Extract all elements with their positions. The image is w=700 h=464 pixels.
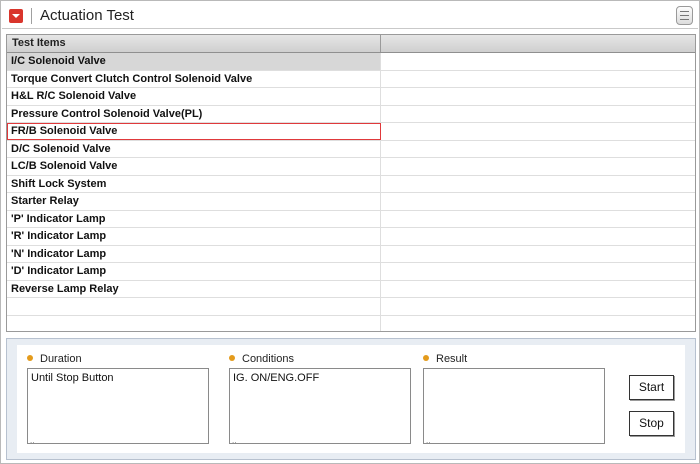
test-item-cell[interactable]: D/C Solenoid Valve — [7, 140, 381, 157]
table-row[interactable]: H&L R/C Solenoid Valve — [7, 88, 695, 106]
dropdown-arrow-icon[interactable] — [9, 9, 23, 23]
table-row[interactable]: Shift Lock System — [7, 175, 695, 193]
column-header-test-items[interactable]: Test Items — [7, 35, 381, 52]
actuation-test-window: Actuation Test Test Items I/C Solenoid V… — [0, 0, 700, 464]
duration-field[interactable]: Until Stop Button .. — [27, 368, 209, 445]
conditions-label: Conditions — [229, 353, 294, 365]
test-item-cell[interactable]: 'R' Indicator Lamp — [7, 228, 381, 245]
table-row[interactable]: FR/B Solenoid Valve — [7, 123, 695, 141]
result-field[interactable]: .. — [423, 368, 605, 445]
conditions-value: IG. ON/ENG.OFF — [233, 372, 320, 384]
test-item-cell[interactable]: 'N' Indicator Lamp — [7, 245, 381, 262]
test-control-panel: Duration Until Stop Button .. Conditions… — [6, 338, 696, 460]
result-label: Result — [423, 353, 467, 365]
test-item-cell[interactable]: I/C Solenoid Valve — [7, 53, 381, 70]
table-row[interactable]: I/C Solenoid Valve — [7, 53, 695, 71]
table-row[interactable]: 'P' Indicator Lamp — [7, 210, 695, 228]
test-item-cell[interactable]: Reverse Lamp Relay — [7, 280, 381, 297]
test-item-cell[interactable] — [7, 298, 381, 315]
list-menu-icon[interactable] — [676, 6, 693, 25]
table-row[interactable] — [7, 315, 695, 331]
test-item-cell[interactable]: 'D' Indicator Lamp — [7, 263, 381, 280]
table-row[interactable]: 'N' Indicator Lamp — [7, 245, 695, 263]
table-row[interactable]: 'R' Indicator Lamp — [7, 228, 695, 246]
resize-grip-icon: .. — [426, 436, 431, 445]
table-row[interactable]: Pressure Control Solenoid Valve(PL) — [7, 105, 695, 123]
test-item-cell[interactable]: 'P' Indicator Lamp — [7, 210, 381, 227]
column-header-blank[interactable] — [381, 35, 695, 52]
window-title: Actuation Test — [40, 7, 134, 24]
table-row[interactable]: D/C Solenoid Valve — [7, 140, 695, 158]
test-item-cell[interactable] — [7, 315, 381, 331]
resize-grip-icon: .. — [232, 436, 237, 445]
table-header: Test Items — [7, 35, 695, 53]
test-items-table: Test Items I/C Solenoid Valve Torque Conv… — [6, 34, 696, 332]
test-item-cell[interactable]: Shift Lock System — [7, 175, 381, 192]
duration-label: Duration — [27, 353, 82, 365]
duration-value: Until Stop Button — [31, 372, 114, 384]
test-item-cell[interactable]: FR/B Solenoid Valve — [7, 123, 381, 140]
bullet-icon — [229, 355, 235, 361]
title-bar: Actuation Test — [2, 2, 698, 29]
conditions-field[interactable]: IG. ON/ENG.OFF .. — [229, 368, 411, 445]
test-item-cell[interactable]: H&L R/C Solenoid Valve — [7, 88, 381, 105]
test-item-cell[interactable]: Torque Convert Clutch Control Solenoid V… — [7, 70, 381, 87]
table-row[interactable]: Torque Convert Clutch Control Solenoid V… — [7, 70, 695, 88]
test-control-panel-inner: Duration Until Stop Button .. Conditions… — [17, 345, 685, 453]
start-button[interactable]: Start — [629, 375, 674, 400]
title-separator — [31, 8, 32, 24]
test-item-cell[interactable]: LC/B Solenoid Valve — [7, 158, 381, 175]
table-row[interactable]: 'D' Indicator Lamp — [7, 263, 695, 281]
bullet-icon — [27, 355, 33, 361]
test-item-cell[interactable]: Starter Relay — [7, 193, 381, 210]
table-body: I/C Solenoid Valve Torque Convert Clutch … — [7, 53, 695, 331]
table-row[interactable]: Reverse Lamp Relay — [7, 280, 695, 298]
table-row[interactable]: LC/B Solenoid Valve — [7, 158, 695, 176]
stop-button[interactable]: Stop — [629, 411, 674, 436]
table-row[interactable]: Starter Relay — [7, 193, 695, 211]
test-item-cell[interactable]: Pressure Control Solenoid Valve(PL) — [7, 105, 381, 122]
table-row[interactable] — [7, 298, 695, 316]
bullet-icon — [423, 355, 429, 361]
resize-grip-icon: .. — [30, 436, 35, 445]
